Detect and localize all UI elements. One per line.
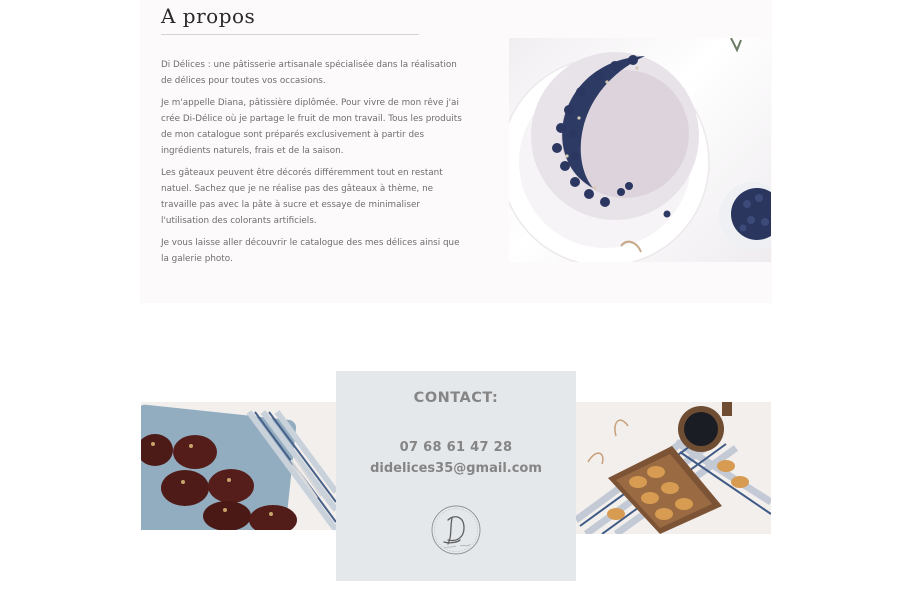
about-paragraph: Les gâteaux peuvent être décorés différe… bbox=[161, 168, 443, 226]
email-link[interactable]: didelices35@gmail.com bbox=[336, 461, 576, 476]
contact-title: CONTACT: bbox=[413, 390, 499, 406]
madeleines-illustration bbox=[576, 402, 771, 534]
about-text: Di Délices : une pâtisserie artisanale s… bbox=[161, 57, 469, 273]
blueberry-cake-photo bbox=[509, 38, 771, 262]
di-delices-logo-icon bbox=[430, 504, 482, 556]
contact-box: CONTACT: 07 68 61 47 28 didelices35@gmai… bbox=[336, 371, 576, 581]
about-paragraph: Je m'appelle Diana, pâtissière diplômée.… bbox=[161, 98, 462, 156]
about-paragraph: Je vous laisse aller découvrir le catalo… bbox=[161, 238, 460, 264]
blueberry-cake-illustration bbox=[509, 38, 771, 262]
phone-link[interactable]: 07 68 61 47 28 bbox=[336, 440, 576, 455]
madeleines-photo bbox=[576, 402, 771, 534]
about-paragraph: Di Délices : une pâtisserie artisanale s… bbox=[161, 60, 457, 86]
about-title: A propos bbox=[161, 4, 419, 35]
chocolate-tarts-illustration bbox=[141, 402, 336, 530]
chocolate-tarts-photo bbox=[141, 402, 336, 530]
